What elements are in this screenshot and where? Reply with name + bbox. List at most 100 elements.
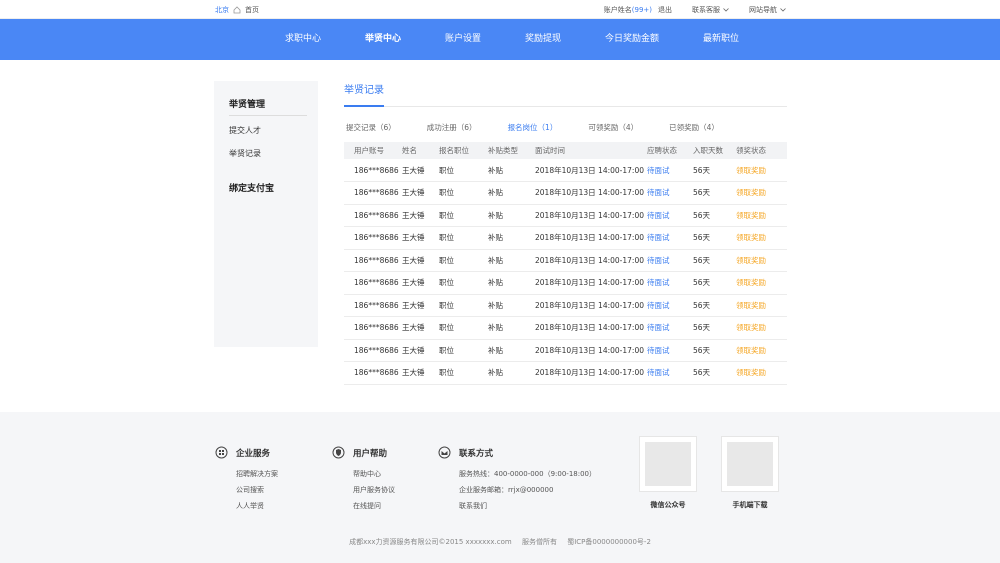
account-name[interactable]: 账户姓名(99+): [604, 5, 652, 15]
record-tab[interactable]: 可领奖励（4）: [586, 122, 640, 133]
table-cell: 2018年10月13日 14:00-17:00: [535, 159, 647, 182]
table-cell: 王大锤: [402, 159, 439, 182]
table-cell: 186***8686: [344, 226, 402, 250]
table-cell: 王大锤: [402, 181, 439, 205]
records-table: 用户账号 姓名 报名职位 补贴类型 面试时间 应聘状态 入职天数 领奖状态 186***868…: [344, 142, 787, 385]
nav-item[interactable]: 账户设置: [423, 19, 503, 60]
table-cell: 王大锤: [402, 339, 439, 362]
table-row: 186***8686 王大锤 职位 补贴 2018年10月13日 14:00-17:00…: [344, 361, 787, 385]
app-qr-code: [721, 436, 779, 492]
record-tab[interactable]: 成功注册（6）: [425, 122, 479, 133]
service-email: 企业服务邮箱：rrjx@000000: [459, 486, 554, 494]
nav-item[interactable]: 举贤中心: [343, 19, 423, 60]
table-cell: 2018年10月13日 14:00-17:00: [535, 249, 647, 272]
footer-enterprise-title: 企业服务: [236, 448, 271, 459]
footer-help-column: 用户帮助 帮助中心 用户服务协议 在线提问: [332, 446, 395, 514]
nav-item[interactable]: 今日奖励金额: [583, 19, 681, 60]
top-utility-bar: 北京 首页 账户姓名(99+) 退出 联系客服 网站导航: [0, 0, 1000, 19]
table-cell: 2018年10月13日 14:00-17:00: [535, 226, 647, 250]
table-row: 186***8686 王大锤 职位 补贴 2018年10月13日 14:00-17:00…: [344, 249, 787, 272]
sidebar-divider: [229, 115, 307, 116]
record-tab[interactable]: 报名岗位（1）: [506, 122, 560, 133]
sidebar-item-recommend-records[interactable]: 举贤记录: [229, 148, 261, 159]
contact-us-link[interactable]: 联系我们: [459, 498, 596, 514]
claim-reward-link[interactable]: 领取奖励: [736, 226, 787, 250]
table-cell: 186***8686: [344, 181, 402, 205]
nav-item[interactable]: 奖励提现: [503, 19, 583, 60]
column-header: 入职天数: [693, 142, 736, 159]
account-area: 账户姓名(99+) 退出 联系客服 网站导航: [604, 5, 786, 15]
table-cell: 2018年10月13日 14:00-17:00: [535, 204, 647, 227]
claim-reward-link[interactable]: 领取奖励: [736, 339, 787, 362]
claim-reward-link[interactable]: 领取奖励: [736, 294, 787, 317]
table-cell: 186***8686: [344, 339, 402, 362]
nav-item[interactable]: 最新职位: [681, 19, 761, 60]
table-cell: 56天: [693, 361, 736, 385]
home-icon: [233, 6, 241, 14]
footer-enterprise-column: 企业服务 招聘解决方案 公司搜索 人人举贤: [215, 446, 278, 514]
table-cell: 56天: [693, 249, 736, 272]
footer-link[interactable]: 公司搜索: [236, 482, 278, 498]
footer-help-links: 帮助中心 用户服务协议 在线提问: [332, 466, 395, 514]
claim-reward-link[interactable]: 领取奖励: [736, 204, 787, 227]
main-content: 举贤记录 提交记录（6） 成功注册（6） 报名岗位（1） 可领奖励（4） 已领奖励（4）…: [344, 81, 787, 385]
table-cell: 王大锤: [402, 271, 439, 295]
table-cell: 56天: [693, 294, 736, 317]
sidebar-group-recommend: 举贤管理: [229, 100, 266, 110]
table-cell: 56天: [693, 181, 736, 205]
claim-reward-link[interactable]: 领取奖励: [736, 159, 787, 182]
claim-reward-link[interactable]: 领取奖励: [736, 316, 787, 340]
app-qr: 手机端下载: [721, 436, 779, 510]
rights-text: 服务僧所有: [521, 538, 557, 546]
sidebar-item-bind-alipay[interactable]: 绑定支付宝: [229, 181, 274, 194]
table-cell: 186***8686: [344, 159, 402, 182]
nav-item[interactable]: 求职中心: [263, 19, 343, 60]
footer-link[interactable]: 用户服务协议: [353, 482, 395, 498]
customer-service-label: 联系客服: [692, 6, 720, 14]
main-nav: 求职中心 举贤中心 账户设置 奖励提现 今日奖励金额 最新职位: [0, 19, 1000, 60]
claim-reward-link[interactable]: 领取奖励: [736, 271, 787, 295]
claim-reward-link[interactable]: 领取奖励: [736, 361, 787, 385]
page-title: 举贤记录: [344, 81, 384, 107]
city-selector[interactable]: 北京: [215, 5, 229, 15]
service-hotline: 服务热线：400-0000-000（9:00-18:00）: [459, 470, 597, 478]
wechat-qr-code: [639, 436, 697, 492]
table-row: 186***8686 王大锤 职位 补贴 2018年10月13日 14:00-17:00…: [344, 181, 787, 205]
claim-reward-link[interactable]: 领取奖励: [736, 249, 787, 272]
table-cell: 56天: [693, 226, 736, 250]
application-status: 待面试: [647, 226, 693, 250]
record-tab[interactable]: 提交记录（6）: [344, 122, 398, 133]
table-cell: 补贴: [488, 271, 535, 295]
location-area: 北京 首页: [215, 5, 259, 15]
table-cell: 王大锤: [402, 361, 439, 385]
application-status: 待面试: [647, 339, 693, 362]
table-cell: 王大锤: [402, 249, 439, 272]
column-header: 姓名: [402, 142, 439, 159]
wechat-qr: 微信公众号: [639, 436, 697, 510]
footer-contact-links: 服务热线：400-0000-000（9:00-18:00） 企业服务邮箱：rrj…: [438, 466, 596, 514]
column-header: 补贴类型: [488, 142, 535, 159]
table-body: 186***8686 王大锤 职位 补贴 2018年10月13日 14:00-17:00…: [344, 159, 787, 385]
customer-service-dropdown[interactable]: 联系客服: [692, 5, 729, 15]
column-header: 用户账号: [344, 142, 402, 159]
table-cell: 职位: [439, 249, 488, 272]
table-header-row: 用户账号 姓名 报名职位 补贴类型 面试时间 应聘状态 入职天数 领奖状态: [344, 142, 787, 159]
footer-contact-title: 联系方式: [459, 448, 494, 459]
footer-link[interactable]: 招聘解决方案: [236, 466, 278, 482]
home-link[interactable]: 首页: [245, 5, 259, 15]
table-cell: 2018年10月13日 14:00-17:00: [535, 339, 647, 362]
table-cell: 186***8686: [344, 316, 402, 340]
footer-link[interactable]: 人人举贤: [236, 498, 278, 514]
footer-link[interactable]: 帮助中心: [353, 466, 395, 482]
record-tab[interactable]: 已领奖励（4）: [667, 122, 721, 133]
table-row: 186***8686 王大锤 职位 补贴 2018年10月13日 14:00-17:00…: [344, 159, 787, 182]
claim-reward-link[interactable]: 领取奖励: [736, 181, 787, 205]
account-label: 账户姓名: [603, 6, 632, 14]
site-nav-dropdown[interactable]: 网站导航: [749, 5, 786, 15]
sidebar-item-submit-talent[interactable]: 提交人才: [229, 125, 261, 136]
table-cell: 56天: [693, 204, 736, 227]
footer-link[interactable]: 在线提问: [353, 498, 395, 514]
logout-link[interactable]: 退出: [658, 5, 672, 15]
application-status: 待面试: [647, 181, 693, 205]
table-cell: 职位: [439, 181, 488, 205]
